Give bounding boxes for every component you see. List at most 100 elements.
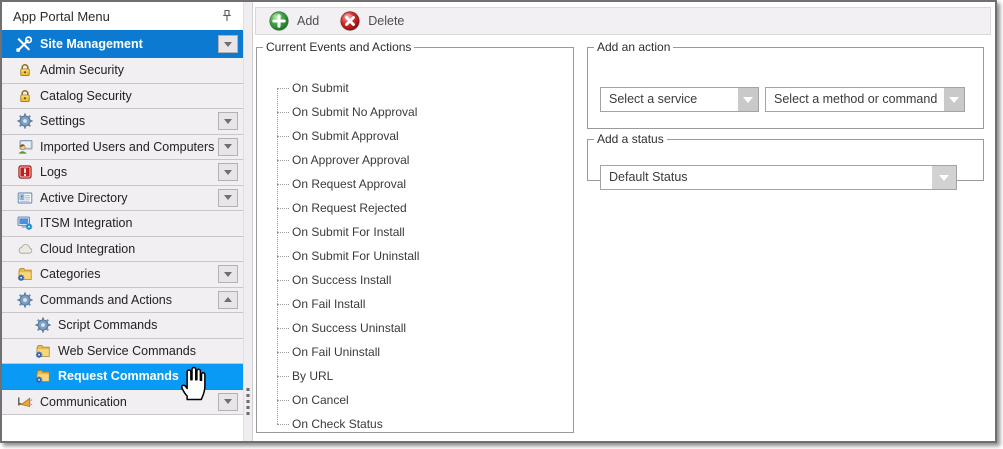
tree-item[interactable]: On Submit Approval bbox=[257, 124, 573, 148]
expand-button[interactable] bbox=[218, 112, 238, 130]
megaphone-icon bbox=[17, 394, 33, 410]
chevron-down-icon bbox=[939, 175, 949, 181]
sidebar-item-catalog-security[interactable]: Catalog Security bbox=[2, 84, 243, 110]
chevron-down-icon bbox=[743, 97, 753, 103]
delete-button-label: Delete bbox=[368, 14, 404, 28]
sidebar: App Portal Menu Site Management Admin Se… bbox=[2, 2, 243, 441]
folder-gear-icon bbox=[35, 343, 51, 359]
folder-gear-icon bbox=[35, 368, 51, 384]
logs-icon bbox=[17, 164, 33, 180]
tree-item[interactable]: On Approver Approval bbox=[257, 148, 573, 172]
chevron-down-icon bbox=[224, 119, 232, 124]
sidebar-item-imported-users-and-computers[interactable]: Imported Users and Computers bbox=[2, 135, 243, 161]
main-panel: Add Delete Current Events and Actions On… bbox=[253, 2, 995, 441]
user-computer-icon bbox=[17, 139, 33, 155]
tree-item[interactable]: On Submit For Install bbox=[257, 220, 573, 244]
sidebar-item-label: Commands and Actions bbox=[40, 293, 172, 307]
sidebar-item-label: Catalog Security bbox=[40, 89, 132, 103]
expand-button[interactable] bbox=[218, 393, 238, 411]
method-dropdown[interactable]: Select a method or command bbox=[765, 87, 965, 112]
sidebar-item-label: Site Management bbox=[40, 37, 143, 51]
tree-item[interactable]: On Submit No Approval bbox=[257, 100, 573, 124]
sidebar-item-label: Request Commands bbox=[58, 369, 179, 383]
expand-button[interactable] bbox=[218, 163, 238, 181]
sidebar-item-script-commands[interactable]: Script Commands bbox=[2, 313, 243, 339]
sidebar-header: App Portal Menu bbox=[2, 2, 243, 30]
tools-icon bbox=[14, 35, 33, 54]
sidebar-item-label: Communication bbox=[40, 395, 127, 409]
tree-item[interactable]: On Fail Uninstall bbox=[257, 340, 573, 364]
chevron-down-icon bbox=[224, 42, 232, 47]
sidebar-item-label: Categories bbox=[40, 267, 100, 281]
expand-button[interactable] bbox=[218, 138, 238, 156]
add-circle-icon bbox=[268, 10, 290, 32]
chevron-down-icon bbox=[224, 144, 232, 149]
tree-item[interactable]: On Success Install bbox=[257, 268, 573, 292]
tree-item[interactable]: On Cancel bbox=[257, 388, 573, 412]
chevron-down-icon bbox=[224, 170, 232, 175]
tree-item[interactable]: On Success Uninstall bbox=[257, 316, 573, 340]
tree-item[interactable]: On Submit bbox=[257, 76, 573, 100]
sidebar-item-commands-and-actions[interactable]: Commands and Actions bbox=[2, 288, 243, 314]
sidebar-item-settings[interactable]: Settings bbox=[2, 109, 243, 135]
tree-item[interactable]: On Check Status bbox=[257, 412, 573, 436]
expand-button[interactable] bbox=[218, 265, 238, 283]
sidebar-item-admin-security[interactable]: Admin Security bbox=[2, 58, 243, 84]
sidebar-item-label: Web Service Commands bbox=[58, 344, 196, 358]
sidebar-item-label: Admin Security bbox=[40, 63, 124, 77]
status-dropdown-value: Default Status bbox=[601, 166, 932, 189]
sidebar-item-request-commands[interactable]: Request Commands bbox=[2, 364, 243, 390]
chevron-down-icon bbox=[224, 195, 232, 200]
pin-button[interactable] bbox=[219, 8, 235, 24]
expand-button[interactable] bbox=[218, 189, 238, 207]
dropdown-arrow-button[interactable] bbox=[738, 88, 758, 111]
sidebar-item-web-service-commands[interactable]: Web Service Commands bbox=[2, 339, 243, 365]
tree-item[interactable]: On Fail Install bbox=[257, 292, 573, 316]
window-frame: App Portal Menu Site Management Admin Se… bbox=[0, 0, 997, 443]
sidebar-item-categories[interactable]: Categories bbox=[2, 262, 243, 288]
sidebar-item-communication[interactable]: Communication bbox=[2, 390, 243, 416]
sidebar-item-active-directory[interactable]: Active Directory bbox=[2, 186, 243, 212]
add-button-label: Add bbox=[297, 14, 319, 28]
collapse-button[interactable] bbox=[218, 291, 238, 309]
groupbox-legend: Add a status bbox=[594, 132, 667, 146]
sidebar-item-site-management[interactable]: Site Management bbox=[2, 30, 243, 58]
chevron-down-icon bbox=[224, 399, 232, 404]
service-dropdown-value: Select a service bbox=[601, 88, 738, 111]
tree-item[interactable]: On Request Rejected bbox=[257, 196, 573, 220]
toolbar: Add Delete bbox=[255, 7, 991, 35]
sidebar-item-label: Cloud Integration bbox=[40, 242, 135, 256]
sidebar-item-itsm-integration[interactable]: ITSM Integration bbox=[2, 211, 243, 237]
pin-icon bbox=[220, 9, 234, 23]
sidebar-item-cloud-integration[interactable]: Cloud Integration bbox=[2, 237, 243, 263]
dropdown-arrow-button[interactable] bbox=[932, 166, 956, 189]
tree-item[interactable]: On Request Approval bbox=[257, 172, 573, 196]
expand-button[interactable] bbox=[218, 35, 238, 53]
tree-item[interactable]: On Submit For Uninstall bbox=[257, 244, 573, 268]
add-button[interactable]: Add bbox=[268, 10, 319, 32]
splitter-grip-icon bbox=[247, 388, 250, 415]
monitor-gear-icon bbox=[17, 215, 33, 231]
events-tree: On Submit On Submit No Approval On Submi… bbox=[257, 76, 573, 436]
current-events-groupbox: Current Events and Actions On Submit On … bbox=[256, 40, 574, 433]
chevron-down-icon bbox=[949, 97, 959, 103]
lock-icon bbox=[17, 88, 33, 104]
sidebar-splitter[interactable] bbox=[243, 2, 253, 441]
sidebar-item-logs[interactable]: Logs bbox=[2, 160, 243, 186]
add-status-groupbox: Add a status Default Status bbox=[587, 132, 984, 181]
sidebar-title: App Portal Menu bbox=[13, 9, 219, 24]
sidebar-item-label: ITSM Integration bbox=[40, 216, 132, 230]
delete-button[interactable]: Delete bbox=[339, 10, 404, 32]
method-dropdown-value: Select a method or command bbox=[766, 88, 944, 111]
gear-icon bbox=[17, 113, 33, 129]
status-dropdown[interactable]: Default Status bbox=[600, 165, 957, 190]
service-dropdown[interactable]: Select a service bbox=[600, 87, 759, 112]
chevron-down-icon bbox=[224, 272, 232, 277]
folder-gear-icon bbox=[17, 266, 33, 282]
cloud-icon bbox=[17, 241, 33, 257]
contact-card-icon bbox=[17, 190, 33, 206]
app-window: App Portal Menu Site Management Admin Se… bbox=[0, 0, 1003, 449]
dropdown-arrow-button[interactable] bbox=[944, 88, 964, 111]
tree-item[interactable]: By URL bbox=[257, 364, 573, 388]
gear-icon bbox=[17, 292, 33, 308]
